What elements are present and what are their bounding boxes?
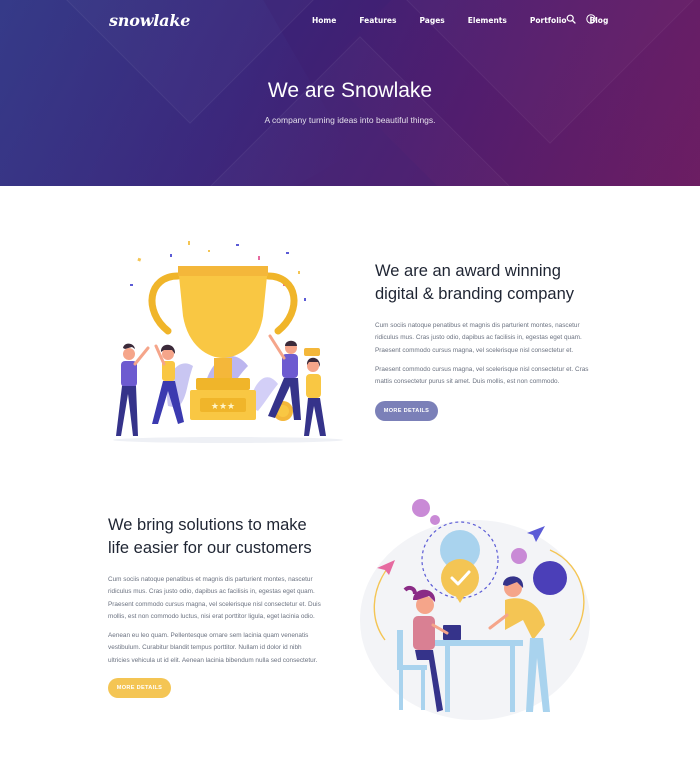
paragraph-line: Cum sociis natoque penatibus et magnis d… — [108, 576, 313, 583]
section-award-heading: We are an award winning digital & brandi… — [375, 260, 635, 306]
heading-line: digital & branding company — [375, 285, 575, 303]
trophy-illustration: ★★★ — [113, 241, 343, 443]
more-details-button[interactable]: MORE DETAILS — [108, 678, 171, 698]
section-solutions-paragraph-1: Cum sociis natoque penatibus et magnis d… — [108, 574, 358, 623]
person-figure — [304, 348, 326, 436]
paragraph-line: Aenean eu leo quam. Pellentesque ornare … — [108, 632, 309, 639]
nav-item-home[interactable]: Home — [312, 16, 336, 25]
nav-item-elements[interactable]: Elements — [468, 16, 507, 25]
paragraph-line: Cum sociis natoque penatibus et magnis d… — [375, 322, 580, 329]
paragraph-line: Praesent commodo cursus magna, vel scele… — [108, 600, 321, 608]
hero-header: snowlake Home Features Pages Elements Po… — [0, 0, 700, 186]
paragraph-line: Praesent commodo cursus magna, vel scele… — [375, 346, 574, 354]
paragraph-line: ultricies vehicula ut id elit. Aenean la… — [108, 656, 318, 664]
nav-item-pages[interactable]: Pages — [420, 16, 445, 25]
section-award-paragraph-1: Cum sociis natoque penatibus et magnis d… — [375, 320, 635, 357]
paragraph-line: ridiculus mus. Cras justo odio, dapibus … — [375, 334, 582, 342]
nav-item-features[interactable]: Features — [359, 16, 396, 25]
section-award-paragraph-2: Praesent commodo cursus magna, vel scele… — [375, 364, 635, 389]
paragraph-line: mattis consectetur purus sit amet. Duis … — [375, 378, 560, 386]
hero-subtitle: A company turning ideas into beautiful t… — [264, 115, 436, 125]
hero-title: We are Snowlake — [267, 79, 433, 102]
teamwork-illustration — [360, 499, 590, 720]
paragraph-line: ridiculus mus. Cras justo odio, dapibus … — [108, 588, 315, 596]
search-icon[interactable] — [566, 14, 576, 24]
heading-line: life easier for our customers — [108, 539, 312, 557]
nav-icons — [566, 14, 606, 24]
paragraph-line: Praesent commodo cursus magna, vel scele… — [375, 366, 589, 373]
logo[interactable]: snowlake — [109, 11, 190, 30]
more-details-button[interactable]: MORE DETAILS — [375, 401, 438, 421]
nav-item-portfolio[interactable]: Portfolio — [530, 16, 567, 25]
section-solutions-paragraph-2: Aenean eu leo quam. Pellentesque ornare … — [108, 630, 358, 667]
heading-line: We bring solutions to make — [108, 516, 307, 534]
person-figure — [116, 343, 150, 436]
info-icon[interactable] — [586, 14, 596, 24]
svg-text:★★★: ★★★ — [211, 402, 235, 412]
heading-line: We are an award winning — [375, 262, 561, 280]
paragraph-line: mollis, est non commodo luctus, nisi era… — [108, 612, 315, 620]
paragraph-line: vestibulum. Curabitur blandit tempus por… — [108, 644, 302, 652]
section-solutions-heading: We bring solutions to make life easier f… — [108, 514, 358, 560]
